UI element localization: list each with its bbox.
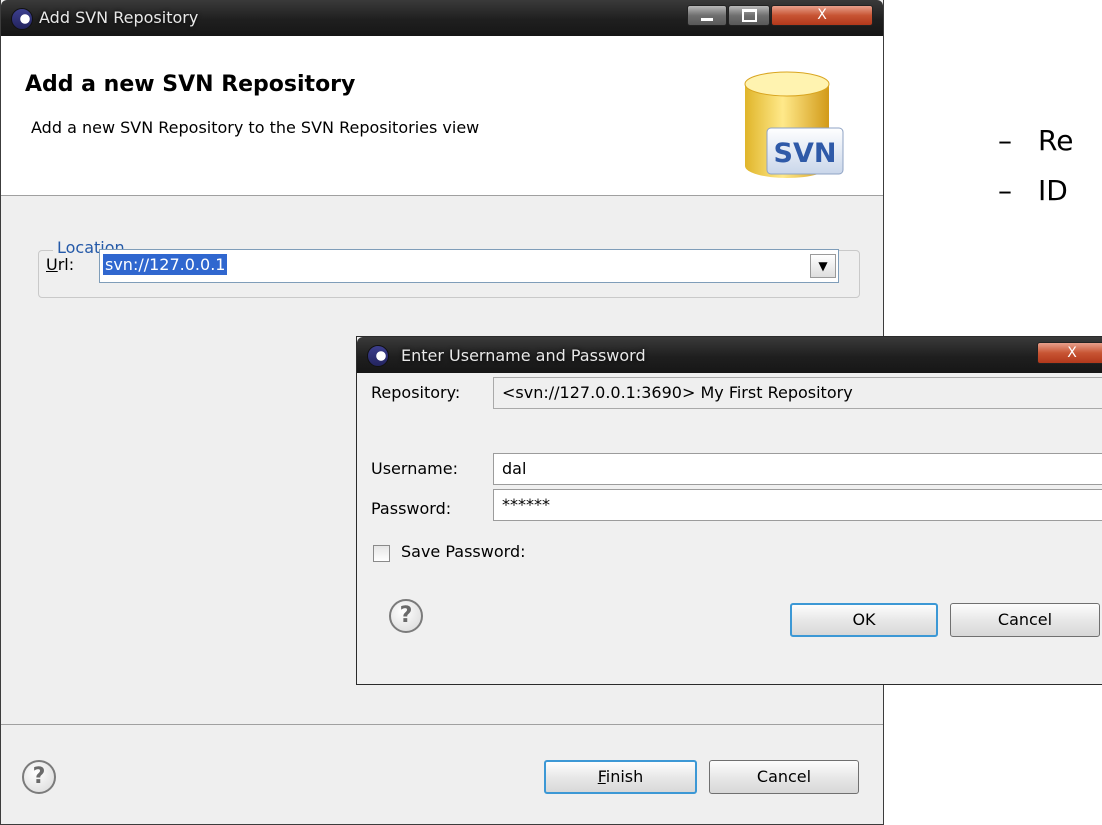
svn-banner-text: SVN	[774, 138, 837, 169]
minimize-button[interactable]	[687, 5, 727, 26]
save-password-checkbox[interactable]	[373, 545, 390, 562]
finish-label-rest: inish	[605, 767, 644, 786]
help-icon[interactable]: ?	[22, 760, 56, 794]
enter-credentials-dialog: Enter Username and Password X Repository…	[356, 336, 1102, 685]
wizard-description: Add a new SVN Repository to the SVN Repo…	[31, 118, 480, 137]
dialog-title: Enter Username and Password	[401, 346, 646, 365]
slide-bullet-2-text: ID	[1038, 174, 1068, 207]
dialog-cancel-button[interactable]: Cancel	[950, 603, 1100, 637]
cancel-button[interactable]: Cancel	[709, 760, 859, 794]
maximize-button[interactable]	[728, 5, 770, 26]
url-label-rest: rl:	[57, 255, 75, 274]
finish-mnemonic: F	[597, 767, 606, 786]
slide-bullet-1: – Re	[998, 124, 1074, 157]
maximize-icon	[741, 9, 757, 22]
url-value[interactable]: svn://127.0.0.1	[103, 254, 228, 275]
url-label: Url:	[46, 255, 74, 274]
eclipse-icon	[11, 8, 33, 30]
dialog-titlebar[interactable]: Enter Username and Password X	[357, 337, 1102, 373]
close-button[interactable]: X	[771, 5, 873, 26]
password-label: Password:	[371, 499, 452, 518]
wizard-title: Add a new SVN Repository	[25, 72, 356, 97]
help-icon[interactable]: ?	[389, 599, 423, 633]
close-icon: X	[817, 7, 827, 23]
main-titlebar[interactable]: Add SVN Repository X	[1, 0, 883, 36]
url-combobox[interactable]: svn://127.0.0.1 ▼	[99, 249, 839, 283]
chevron-down-icon: ▼	[818, 259, 828, 273]
repository-field: <svn://127.0.0.1:3690> My First Reposito…	[493, 377, 1102, 409]
url-label-mnemonic: U	[46, 255, 58, 274]
ok-button[interactable]: OK	[790, 603, 938, 637]
close-icon: X	[1067, 345, 1077, 361]
wizard-header: Add a new SVN Repository Add a new SVN R…	[1, 36, 883, 196]
minimize-icon	[701, 18, 713, 21]
url-dropdown-button[interactable]: ▼	[810, 254, 836, 278]
svn-repository-icon: SVN	[744, 71, 844, 178]
main-window-title: Add SVN Repository	[39, 8, 199, 27]
slide-bullet-2: – ID	[998, 174, 1068, 207]
username-input[interactable]: dal	[493, 453, 1102, 485]
finish-button[interactable]: Finish	[544, 760, 697, 794]
button-bar-separator	[1, 724, 883, 725]
slide-bullet-1-text: Re	[1038, 124, 1074, 157]
username-label: Username:	[371, 459, 458, 478]
eclipse-icon	[367, 345, 389, 367]
dialog-close-button[interactable]: X	[1037, 342, 1102, 364]
save-password-label: Save Password:	[401, 542, 526, 561]
repository-label: Repository:	[371, 383, 461, 402]
password-input[interactable]: ******	[493, 489, 1102, 521]
